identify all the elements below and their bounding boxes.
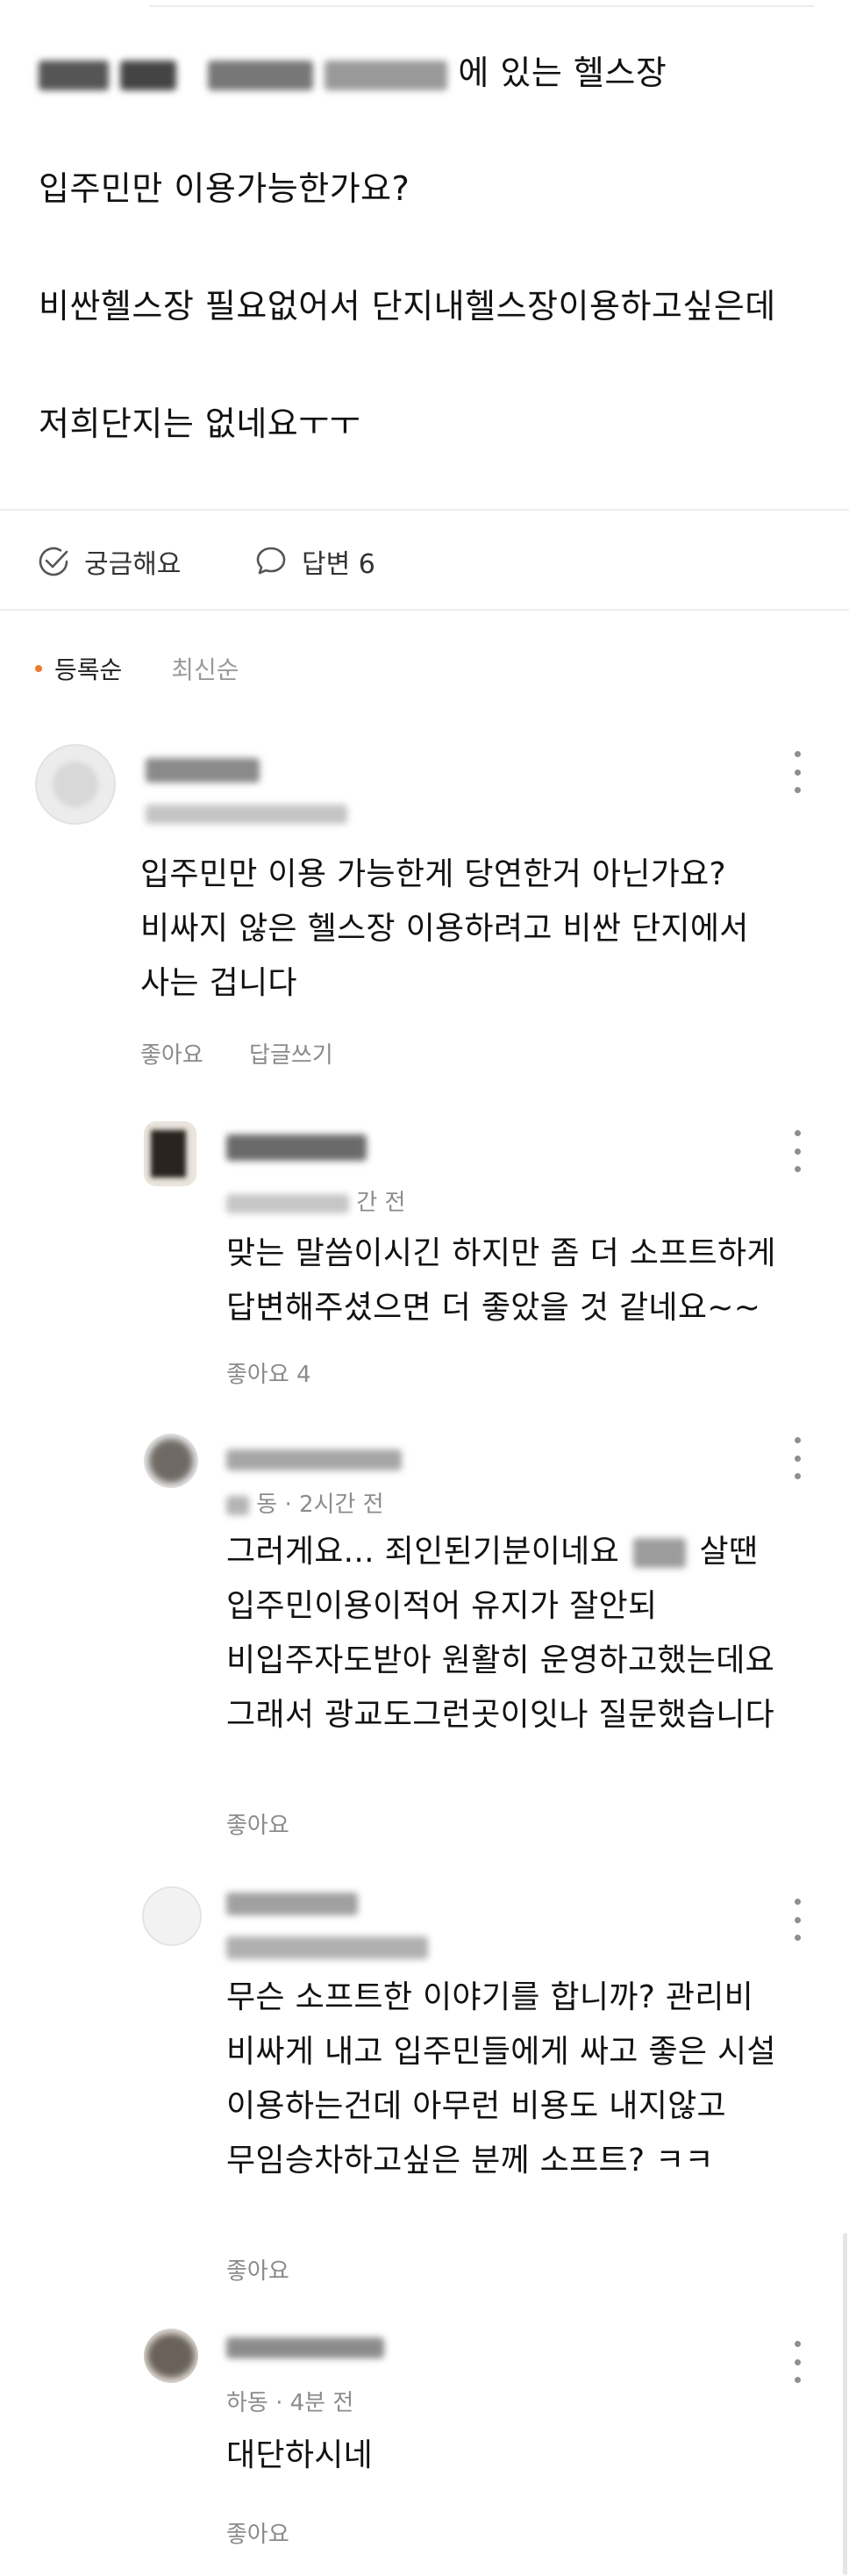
like-button[interactable]: 좋아요 bbox=[226, 1813, 289, 1839]
comment-footer: 좋아요 4 bbox=[226, 1356, 350, 1389]
comment-body: 맞는 말씀이시긴 하지만 좀 더 소프트하게 답변해주셨으면 더 좋았을 것 같… bbox=[226, 1227, 776, 1335]
post-line-3: 비싼헬스장 필요없어서 단지내헬스장이용하고싶은데 bbox=[39, 287, 776, 326]
comment-meta: 간 전 bbox=[226, 1184, 405, 1217]
reply-comment: 간 전 맞는 말씀이시긴 하지만 좀 더 소프트하게 답변해주셨으면 더 좋았을… bbox=[0, 1113, 849, 1411]
comment-body: 무슨 소프트한 이야기를 합니까? 관리비 비싸게 내고 입주민들에게 싸고 좋… bbox=[226, 1971, 776, 2188]
like-button[interactable]: 좋아요 4 bbox=[226, 1362, 311, 1388]
scrollbar[interactable] bbox=[843, 2233, 847, 2575]
comment-line: 비싸게 내고 입주민들에게 싸고 좋은 시설 bbox=[226, 2034, 776, 2070]
reply-button[interactable]: 답글쓰기 bbox=[249, 1042, 333, 1069]
sort-by-registration[interactable]: 등록순 bbox=[54, 651, 122, 686]
comment-line: 이용하는건데 아무런 비용도 내지않고 bbox=[226, 2088, 726, 2124]
commenter-nickname[interactable] bbox=[226, 1444, 402, 1473]
more-options-icon[interactable] bbox=[793, 2341, 802, 2383]
answer-count-button[interactable]: 답변 6 bbox=[253, 542, 375, 581]
comment-line: 비입주자도받아 원활히 운영하고했는데요 bbox=[226, 1642, 775, 1678]
comment-line: 그러게요... 죄인된기분이네요 살땐 bbox=[226, 1525, 774, 1579]
question-post: 에 있는 헬스장 입주민만 이용가능한가요? 비싼헬스장 필요없어서 단지내헬스… bbox=[0, 0, 849, 511]
more-options-icon[interactable] bbox=[793, 1130, 802, 1172]
more-options-icon[interactable] bbox=[793, 1437, 802, 1479]
like-button[interactable]: 좋아요 bbox=[226, 2522, 289, 2548]
redacted-location bbox=[324, 60, 447, 90]
comment-meta bbox=[226, 1934, 428, 1960]
more-options-icon[interactable] bbox=[793, 1899, 802, 1941]
curious-button[interactable]: 궁금해요 bbox=[35, 542, 181, 581]
commenter-nickname[interactable] bbox=[146, 755, 260, 784]
post-line-4: 저희단지는 없네요ㅜㅜ bbox=[39, 404, 361, 443]
actions-divider bbox=[0, 609, 849, 611]
comment-line: 맞는 말씀이시긴 하지만 좀 더 소프트하게 bbox=[226, 1235, 776, 1271]
comment-line: 무임승차하고싶은 분께 소프트? ㅋㅋ bbox=[226, 2143, 714, 2179]
reply-comment: 동 · 2시간 전 그러게요... 죄인된기분이네요 살땐 입주민이용이적어 유… bbox=[0, 1428, 849, 1858]
avatar[interactable] bbox=[144, 1121, 196, 1186]
comment-line: 무슨 소프트한 이야기를 합니까? 관리비 bbox=[226, 1979, 754, 2015]
comment-meta: 동 · 2시간 전 bbox=[226, 1486, 384, 1519]
comment-time: 간 전 bbox=[356, 1190, 406, 1216]
comment-line: 입주민만 이용 가능한게 당연한거 아닌가요? bbox=[140, 856, 726, 892]
comment-footer: 좋아요 bbox=[226, 2516, 328, 2549]
comment-line-text: 그러게요... 죄인된기분이네요 bbox=[226, 1534, 620, 1570]
post-line-2: 입주민만 이용가능한가요? bbox=[39, 169, 410, 208]
comment: 입주민만 이용 가능한게 당연한거 아닌가요? 비싸지 않은 헬스장 이용하려고… bbox=[0, 737, 849, 1097]
sort-by-latest[interactable]: 최신순 bbox=[171, 651, 239, 686]
reply-comment: 무슨 소프트한 이야기를 합니까? 관리비 비싸게 내고 입주민들에게 싸고 좋… bbox=[0, 1869, 849, 2299]
like-button[interactable]: 좋아요 bbox=[226, 2258, 289, 2285]
comment-time: 하동 · 4분 전 bbox=[226, 2390, 354, 2416]
avatar[interactable] bbox=[144, 2329, 198, 2383]
comment-meta: 하동 · 4분 전 bbox=[226, 2385, 353, 2417]
comment-footer: 좋아요 bbox=[226, 1807, 328, 1840]
comment-footer: 좋아요 bbox=[226, 2253, 328, 2286]
redacted-location bbox=[208, 60, 314, 90]
avatar[interactable] bbox=[144, 1434, 198, 1488]
post-line-1: 에 있는 헬스장 bbox=[39, 46, 667, 94]
like-button[interactable]: 좋아요 bbox=[140, 1042, 203, 1069]
redacted-location bbox=[39, 60, 109, 90]
comment-body: 대단하시네 bbox=[226, 2429, 373, 2483]
sort-options: 등록순 최신순 bbox=[35, 649, 239, 688]
comment-meta bbox=[146, 800, 347, 826]
comment-line: 입주민이용이적어 유지가 잘안되 bbox=[226, 1588, 658, 1624]
check-circle-icon bbox=[39, 547, 68, 576]
comment-line: 답변해주셨으면 더 좋았을 것 같네요~~ bbox=[226, 1290, 761, 1326]
commenter-nickname[interactable] bbox=[226, 1888, 358, 1917]
avatar[interactable] bbox=[142, 1886, 202, 1946]
post-line-1-text: 에 있는 헬스장 bbox=[458, 54, 667, 92]
answer-count-label: 답변 6 bbox=[302, 549, 375, 580]
redacted-location bbox=[119, 60, 176, 90]
comment-line: 비싸지 않은 헬스장 이용하려고 비싼 단지에서 bbox=[140, 911, 749, 947]
active-sort-dot bbox=[35, 665, 42, 672]
comment-line: 사는 겁니다 bbox=[140, 965, 297, 1001]
curious-label: 궁금해요 bbox=[84, 549, 182, 580]
speech-bubble-icon bbox=[256, 547, 286, 575]
commenter-nickname[interactable] bbox=[226, 1132, 367, 1161]
comment-line: 그래서 광교도그런곳이잇나 질문했습니다 bbox=[226, 1697, 775, 1733]
comment-body: 그러게요... 죄인된기분이네요 살땐 입주민이용이적어 유지가 잘안되 비입주… bbox=[226, 1525, 774, 1742]
redacted-text bbox=[632, 1538, 686, 1568]
comment-time: 동 · 2시간 전 bbox=[256, 1492, 384, 1518]
comment-line: 대단하시네 bbox=[226, 2437, 374, 2473]
avatar[interactable] bbox=[35, 744, 116, 825]
reply-comment: 하동 · 4분 전 대단하시네 좋아요 bbox=[0, 2316, 849, 2576]
comment-footer: 좋아요 답글쓰기 bbox=[140, 1037, 372, 1070]
more-options-icon[interactable] bbox=[793, 751, 802, 793]
comment-line-tail: 살땐 bbox=[699, 1534, 759, 1570]
comment-body: 입주민만 이용 가능한게 당연한거 아닌가요? 비싸지 않은 헬스장 이용하려고… bbox=[140, 848, 749, 1011]
commenter-nickname[interactable] bbox=[226, 2332, 384, 2361]
post-action-bar: 궁금해요 답변 6 bbox=[0, 511, 849, 611]
